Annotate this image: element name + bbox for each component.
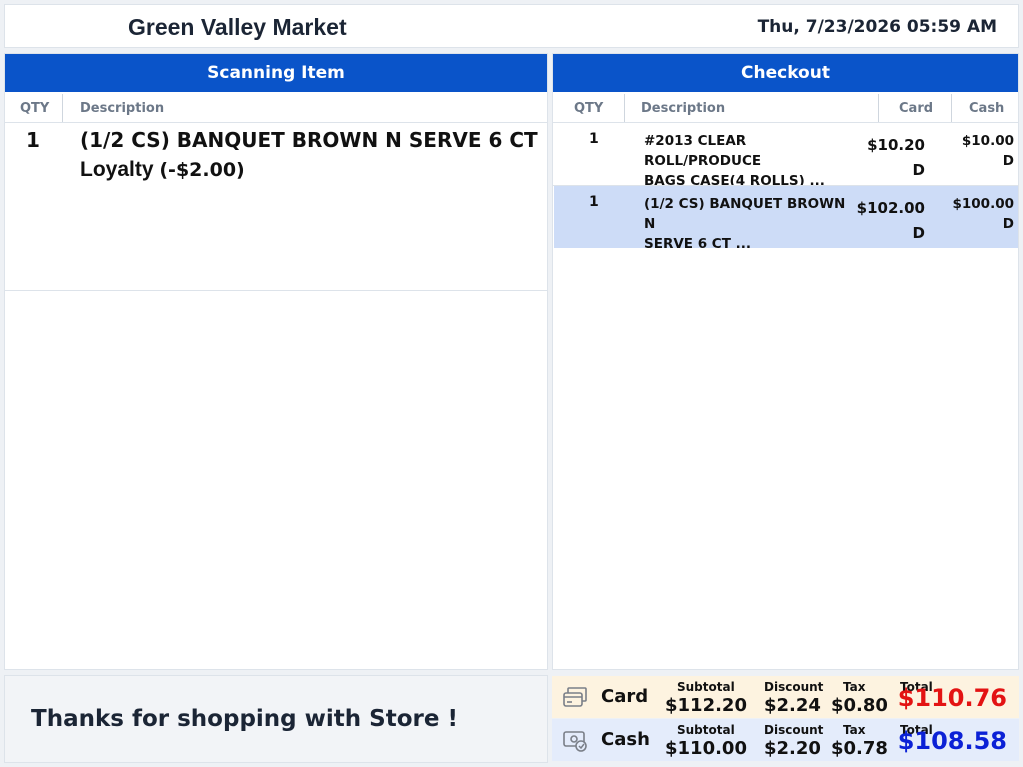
card-discount-label: Discount (764, 680, 824, 694)
column-divider (62, 94, 63, 122)
card-discount-value: $2.24 (764, 695, 821, 716)
row-description: #2013 CLEAR ROLL/PRODUCE BAGS CASE(4 ROL… (644, 131, 854, 191)
row-cash-price: $100.00 D (953, 194, 1015, 234)
card-subtotal-label: Subtotal (677, 680, 735, 694)
scan-item-loyalty: Loyalty (-$2.00) (80, 158, 245, 182)
cash-total-label: Cash (601, 729, 650, 750)
cash-subtotal-value: $110.00 (665, 738, 747, 759)
header-bar: Green Valley Market Thu, 7/23/2026 05:59… (4, 4, 1019, 48)
row-card-flag: D (912, 161, 925, 179)
credit-card-icon (563, 687, 587, 707)
cash-icon (563, 731, 587, 752)
thanks-message: Thanks for shopping with Store ! (31, 706, 458, 732)
checkout-title: Checkout (553, 54, 1018, 92)
checkout-row-selected[interactable]: 1 (1/2 CS) BANQUET BROWN N SERVE 6 CT ..… (554, 186, 1018, 252)
card-tax-label: Tax (843, 680, 866, 694)
row-cash-flag: D (1002, 216, 1014, 232)
row-cash-amount: $10.00 (961, 133, 1014, 149)
cash-subtotal-label: Subtotal (677, 723, 735, 737)
checkout-col-qty: QTY (574, 100, 604, 116)
scan-item-description: (1/2 CS) BANQUET BROWN N SERVE 6 CT (80, 128, 538, 152)
loyalty-amount: (-$2.00) (159, 159, 245, 181)
row-description-line2: SERVE 6 CT ... (644, 236, 752, 252)
column-divider (624, 94, 625, 122)
card-total-value: $110.76 (897, 684, 1007, 712)
row-qty: 1 (589, 131, 599, 147)
cash-total-value: $108.58 (897, 727, 1007, 755)
column-divider (951, 94, 952, 122)
cash-discount-label: Discount (764, 723, 824, 737)
scan-divider (5, 290, 547, 291)
card-total-bar: Card Subtotal $112.20 Discount $2.24 Tax… (552, 676, 1019, 718)
row-card-amount: $102.00 (856, 199, 925, 217)
cash-tax-label: Tax (843, 723, 866, 737)
scanning-item-title: Scanning Item (5, 54, 547, 92)
datetime: Thu, 7/23/2026 05:59 AM (757, 17, 997, 37)
row-description-line1: #2013 CLEAR ROLL/PRODUCE (644, 133, 762, 169)
checkout-panel: Checkout QTY Description Card Cash 1 #20… (552, 53, 1019, 670)
cash-discount-value: $2.20 (764, 738, 821, 759)
checkout-row[interactable]: 1 #2013 CLEAR ROLL/PRODUCE BAGS CASE(4 R… (554, 123, 1018, 189)
row-description: (1/2 CS) BANQUET BROWN N SERVE 6 CT ... (644, 194, 854, 254)
scan-item-qty: 1 (26, 128, 40, 152)
card-tax-value: $0.80 (831, 695, 888, 716)
header-divider (5, 122, 547, 123)
checkout-col-cash: Cash (969, 100, 1005, 116)
row-card-flag: D (912, 224, 925, 242)
row-cash-amount: $100.00 (952, 196, 1015, 212)
row-description-line1: (1/2 CS) BANQUET BROWN N (644, 196, 846, 232)
row-cash-flag: D (1002, 153, 1014, 169)
row-card-amount: $10.20 (867, 136, 925, 154)
row-qty: 1 (589, 194, 599, 210)
card-subtotal-value: $112.20 (665, 695, 747, 716)
row-cash-price: $10.00 D (962, 131, 1014, 171)
card-total-label: Card (601, 686, 649, 707)
store-name: Green Valley Market (128, 14, 347, 40)
cash-tax-value: $0.78 (831, 738, 888, 759)
thanks-banner: Thanks for shopping with Store ! (4, 675, 548, 763)
loyalty-label: Loyalty (80, 158, 154, 181)
row-card-price: $10.20 D (867, 133, 925, 183)
checkout-col-card: Card (899, 100, 934, 116)
scan-col-qty: QTY (20, 100, 50, 116)
checkout-col-description: Description (641, 100, 726, 116)
column-divider (878, 94, 879, 122)
scan-col-description: Description (80, 100, 165, 116)
cash-total-bar: Cash Subtotal $110.00 Discount $2.20 Tax… (552, 719, 1019, 761)
scanning-item-panel: Scanning Item QTY Description 1 (1/2 CS)… (4, 53, 548, 670)
row-card-price: $102.00 D (857, 196, 925, 246)
